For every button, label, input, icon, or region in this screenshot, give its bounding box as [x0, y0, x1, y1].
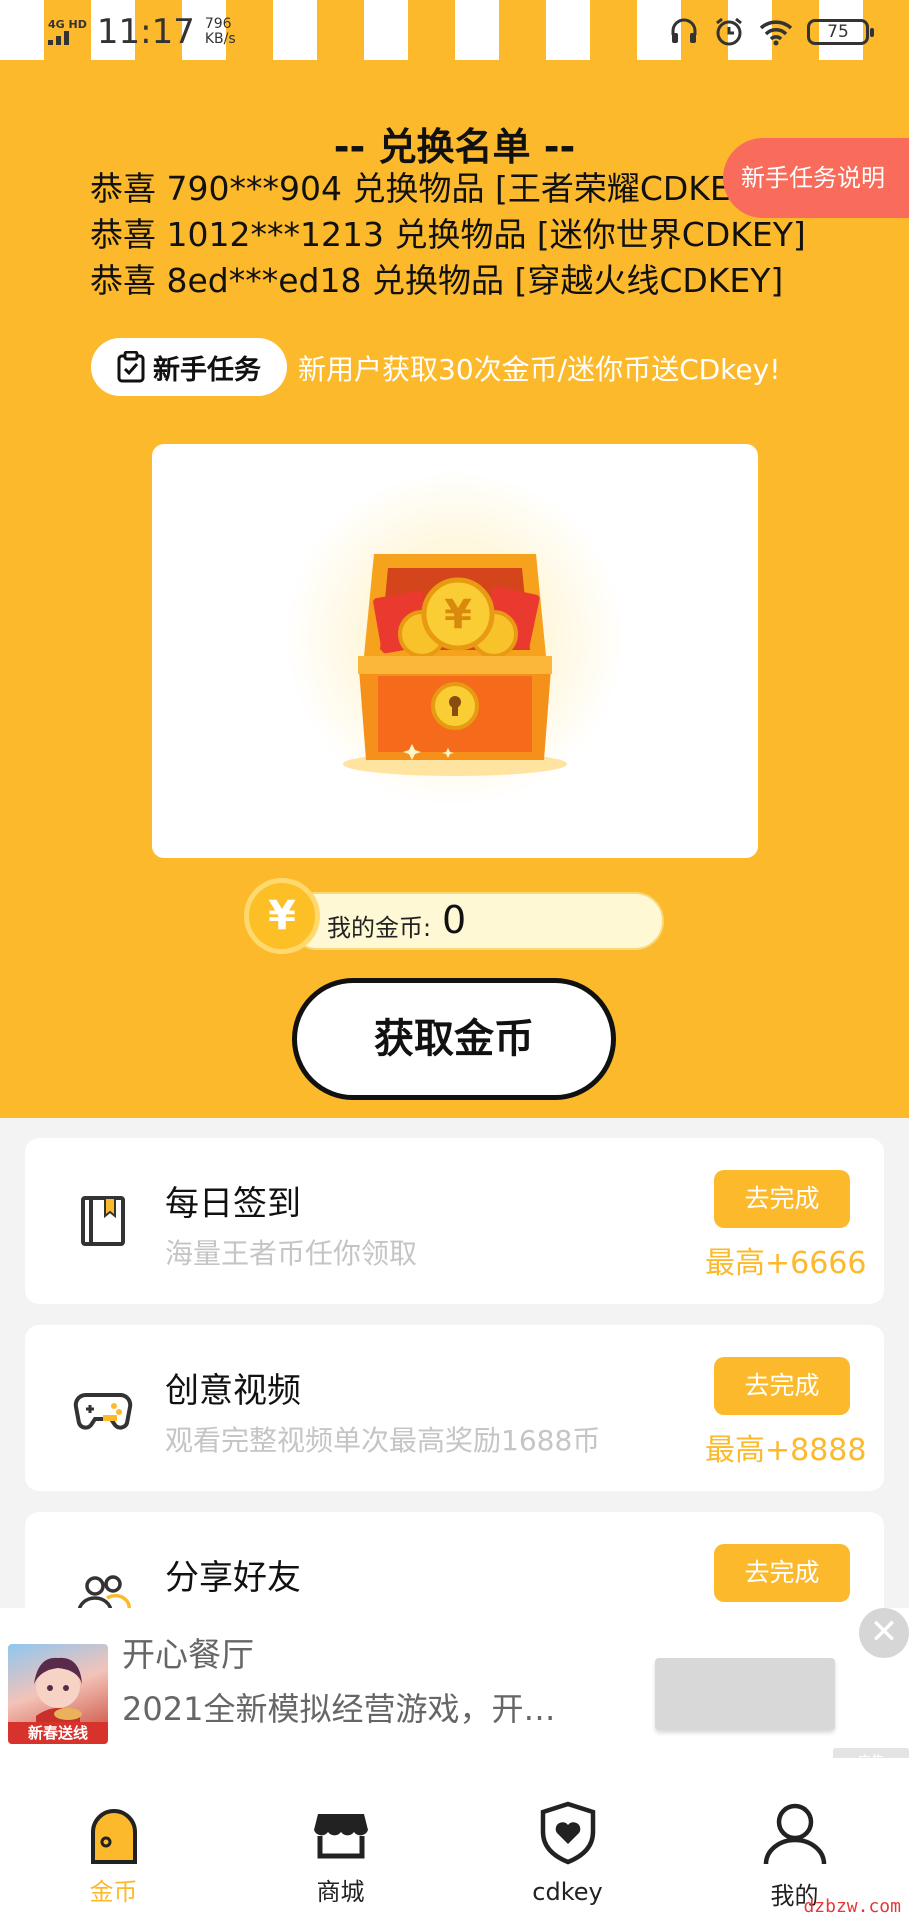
exchange-entry: 恭喜 8ed***ed18 兑换物品 [穿越火线CDKEY] [90, 261, 784, 300]
task-description: 观看完整视频单次最高奖励1688币 [165, 1424, 601, 1457]
task-name: 每日签到 [165, 1184, 301, 1224]
task-complete-button[interactable]: 去完成 [714, 1357, 850, 1415]
speed-value: 796 [204, 16, 232, 32]
network-speed: 796 KB/s [205, 17, 236, 47]
bottom-navigation: 金币 商城 cdkey 我的 [0, 1758, 909, 1920]
battery-indicator: 75 [807, 19, 874, 45]
my-coins-value: 0 [442, 898, 467, 942]
novice-task-badge[interactable]: 新手任务 [91, 338, 287, 396]
nav-tab-cdkey[interactable]: cdkey [454, 1758, 681, 1920]
ad-thumbnail-badge: 新春送线 [8, 1722, 108, 1744]
task-card-daily-checkin: 每日签到 海量王者币任你领取 去完成 最高+6666 [25, 1138, 884, 1304]
exchange-entry: 恭喜 790***904 兑换物品 [王者荣耀CDKEY] [90, 169, 764, 208]
clipboard-check-icon [117, 351, 145, 383]
gamepad-icon [73, 1393, 133, 1430]
clock: 11:17 [96, 12, 195, 52]
speed-unit: KB/s [204, 31, 236, 47]
task-reward: 最高+6666 [705, 1246, 867, 1281]
svg-text:¥: ¥ [444, 592, 472, 638]
wifi-icon [759, 20, 793, 46]
treasure-chest-card[interactable]: ¥ [152, 444, 758, 858]
signal-icon: 4G HD [48, 19, 87, 45]
ad-thumbnail[interactable]: 新春送线 [8, 1644, 108, 1744]
exchange-entry: 恭喜 1012***1213 兑换物品 [迷你世界CDKEY] [90, 215, 806, 254]
ad-close-icon[interactable]: ✕ [859, 1608, 909, 1658]
ad-title[interactable]: 开心餐厅 [122, 1628, 254, 1676]
shop-icon [313, 1814, 368, 1859]
nav-label: 金币 [89, 1878, 138, 1906]
shield-heart-icon [540, 1801, 595, 1865]
watermark: dzbzw.com [803, 1896, 901, 1917]
task-card-creative-video: 创意视频 观看完整视频单次最高奖励1688币 去完成 最高+8888 [25, 1325, 884, 1491]
nav-label: 商城 [316, 1878, 365, 1906]
exchange-list: 恭喜 790***904 兑换物品 [王者荣耀CDKEY] 恭喜 1012***… [90, 166, 806, 304]
task-reward: 最高+8888 [705, 1433, 867, 1468]
task-complete-button[interactable]: 去完成 [714, 1544, 850, 1602]
network-type: 4G HD [48, 18, 87, 31]
headset-icon [671, 18, 697, 43]
task-name: 分享好友 [165, 1558, 301, 1598]
status-bar: 4G HD 11:17 796 KB/s 75 [0, 0, 909, 60]
task-description: 海量王者币任你领取 [165, 1237, 418, 1270]
novice-task-label: 新手任务 [153, 354, 261, 386]
ad-action-button[interactable] [655, 1658, 835, 1730]
nav-label: cdkey [532, 1878, 603, 1906]
ad-description[interactable]: 2021全新模拟经营游戏，开… [122, 1684, 555, 1730]
my-coins-label: 我的金币: [327, 914, 432, 942]
nav-tab-shop[interactable]: 商城 [227, 1758, 454, 1920]
task-name: 创意视频 [165, 1371, 301, 1411]
header-panel: -- 兑换名单 -- 恭喜 790***904 兑换物品 [王者荣耀CDKEY]… [0, 60, 909, 1118]
coin-icon: ¥ [244, 878, 320, 954]
alarm-icon [716, 17, 742, 46]
coin-tab-icon [90, 1809, 137, 1864]
task-complete-button[interactable]: 去完成 [714, 1170, 850, 1228]
nav-tab-coins[interactable]: 金币 [0, 1758, 227, 1920]
ad-banner[interactable]: 新春送线 开心餐厅 2021全新模拟经营游戏，开… ✕ 广告 [0, 1608, 909, 1776]
treasure-chest-icon: ¥ [285, 474, 625, 814]
book-icon [81, 1196, 125, 1246]
user-icon [763, 1803, 826, 1865]
novice-task-description: 新用户获取30次金币/迷你币送CDkey! [298, 353, 781, 386]
novice-guide-button[interactable]: 新手任务说明 [723, 138, 909, 218]
get-coins-button[interactable]: 获取金币 [292, 978, 616, 1100]
